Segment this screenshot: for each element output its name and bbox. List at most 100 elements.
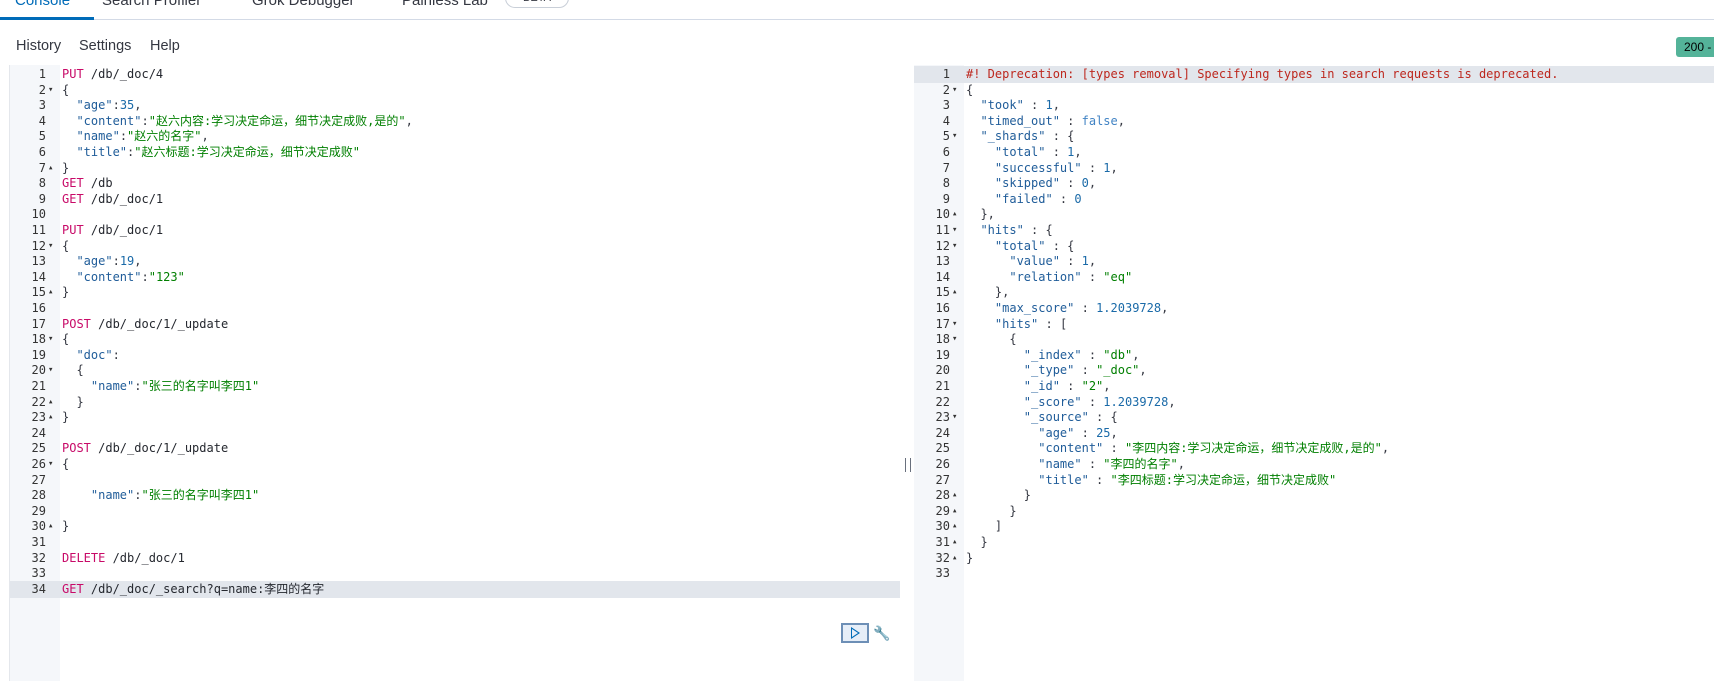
code-text: "content":"赵六内容:学习决定命运，细节决定成败,是的", (76, 113, 413, 128)
tab-grok-debugger[interactable]: Grok Debugger (252, 0, 355, 9)
line-number: 24 (31, 425, 46, 440)
code-text: { (966, 332, 1017, 347)
code-text: "name":"张三的名字叫李四1" (90, 379, 260, 393)
line-number: 33 (935, 566, 950, 581)
line-number: 18 (31, 332, 46, 347)
code-text: "content":"123" (76, 269, 185, 284)
fold-toggle-icon[interactable]: ▴ (48, 394, 53, 411)
fold-toggle-icon[interactable]: ▾ (952, 222, 957, 239)
editor-line: 26 ▾ { (10, 456, 900, 473)
editor-line: 28 "name":"张三的名字叫李四1" (10, 487, 900, 504)
fold-toggle-icon[interactable]: ▴ (952, 503, 957, 520)
code-text: GET /db/_doc/_search?q=name:李四的名字 (62, 581, 325, 596)
code-text: "name" : "李四的名字", (1038, 457, 1185, 471)
play-icon (851, 627, 860, 639)
fold-toggle-icon[interactable]: ▴ (48, 160, 53, 177)
output-line: 10 ▴ }, (914, 206, 1714, 223)
line-number: 29 (935, 503, 950, 518)
output-line: 17 ▾ "hits" : [ (914, 316, 1714, 333)
output-line: 26 "name" : "李四的名字", (914, 456, 1714, 473)
line-number: 11 (935, 223, 950, 237)
tab-console[interactable]: Console (15, 0, 70, 9)
fold-toggle-icon[interactable]: ▾ (952, 331, 957, 348)
code-text: "age":35, (76, 98, 142, 113)
editor-line: 5 "name":"赵六的名字", (10, 128, 900, 145)
fold-toggle-icon[interactable]: ▾ (48, 238, 53, 255)
code-text: "successful" : 1, (994, 160, 1118, 175)
editor-line: 4 "content":"赵六内容:学习决定命运，细节决定成败,是的", (10, 113, 900, 130)
line-number: 23 (935, 410, 950, 425)
output-line: 3 "took" : 1, (914, 97, 1714, 114)
fold-toggle-icon[interactable]: ▾ (952, 316, 957, 333)
fold-toggle-icon[interactable]: ▾ (48, 456, 53, 473)
output-line: 11 ▾ "hits" : { (914, 222, 1714, 239)
settings-link[interactable]: Settings (79, 38, 131, 54)
code-text: "total" : { (994, 238, 1075, 253)
fold-toggle-icon[interactable]: ▴ (952, 487, 957, 504)
line-number: 25 (31, 441, 46, 456)
code-text: } (966, 488, 1032, 503)
line-number: 24 (935, 425, 950, 440)
fold-toggle-icon[interactable]: ▾ (952, 238, 957, 255)
fold-toggle-icon[interactable]: ▾ (952, 128, 957, 145)
code-text: "doc": (76, 347, 120, 362)
line-number: 20 (31, 363, 46, 378)
code-text: } (966, 535, 988, 549)
line-number: 9 (942, 191, 950, 206)
code-text: } (62, 394, 84, 409)
output-line: 7 "successful" : 1, (914, 160, 1714, 177)
code-text: ] (966, 519, 1003, 534)
help-link[interactable]: Help (150, 38, 180, 54)
code-text: { (62, 363, 84, 378)
status-badge: 200 - (1676, 37, 1714, 57)
fold-toggle-icon[interactable]: ▴ (48, 284, 53, 301)
request-editor[interactable]: 1 PUT /db/_doc/4 2 ▾{3 "age":35, 4 "content"… (9, 65, 900, 681)
line-number: 4 (38, 113, 46, 128)
fold-toggle-icon[interactable]: ▴ (952, 284, 957, 301)
code-text: "failed" : 0 (994, 191, 1082, 206)
line-number: 2 (942, 82, 950, 97)
line-number: 4 (942, 113, 950, 128)
editor-line: 24 (10, 425, 900, 442)
code-text: "age":19, (76, 254, 142, 269)
fold-toggle-icon[interactable]: ▾ (48, 82, 53, 99)
fold-toggle-icon[interactable]: ▾ (952, 82, 957, 99)
code-text: "took" : 1, (980, 98, 1060, 113)
output-line: 27 "title" : "李四标题:学习决定命运，细节决定成败" (914, 472, 1714, 489)
line-number: 28 (935, 488, 950, 503)
fold-toggle-icon[interactable]: ▾ (48, 331, 53, 348)
fold-toggle-icon[interactable]: ▾ (952, 409, 957, 426)
code-text: "timed_out" : false, (980, 113, 1125, 128)
history-link[interactable]: History (16, 38, 61, 54)
fold-toggle-icon[interactable]: ▾ (48, 362, 53, 379)
tab-painless-lab[interactable]: Painless Lab (402, 0, 488, 9)
output-line: 2 ▾ { (914, 82, 1714, 99)
line-number: 15 (31, 285, 46, 300)
code-text: DELETE /db/_doc/1 (62, 550, 185, 565)
output-line: 20 "_type" : "_doc", (914, 362, 1714, 379)
fold-toggle-icon[interactable]: ▴ (48, 409, 53, 426)
line-number: 1 (38, 67, 46, 81)
line-number: 31 (31, 535, 46, 549)
wrench-icon[interactable]: 🔧 (873, 624, 891, 642)
fold-toggle-icon[interactable]: ▴ (952, 550, 957, 567)
run-request-button[interactable] (841, 623, 869, 643)
code-text: "relation" : "eq" (1009, 269, 1133, 284)
line-number: 27 (935, 472, 950, 487)
editor-line: 20 ▾ { (10, 362, 900, 379)
fold-toggle-icon[interactable]: ▴ (952, 518, 957, 535)
tab-search-profiler[interactable]: Search Profiler (102, 0, 201, 9)
code-text: "content" : "李四内容:学习决定命运，细节决定成败,是的", (1038, 441, 1390, 456)
editor-line: 11 PUT /db/_doc/1 (10, 222, 900, 239)
line-number: 19 (935, 347, 950, 362)
resize-handle-icon[interactable] (905, 458, 911, 472)
line-number: 1 (914, 66, 950, 83)
fold-toggle-icon[interactable]: ▴ (48, 518, 53, 535)
line-number: 12 (31, 238, 46, 253)
code-text: "total" : 1, (994, 145, 1082, 159)
line-number: 16 (935, 301, 950, 315)
fold-toggle-icon[interactable]: ▴ (952, 534, 957, 551)
line-number: 32 (31, 550, 46, 565)
editor-line: 33 (10, 565, 900, 582)
fold-toggle-icon[interactable]: ▴ (952, 206, 957, 223)
